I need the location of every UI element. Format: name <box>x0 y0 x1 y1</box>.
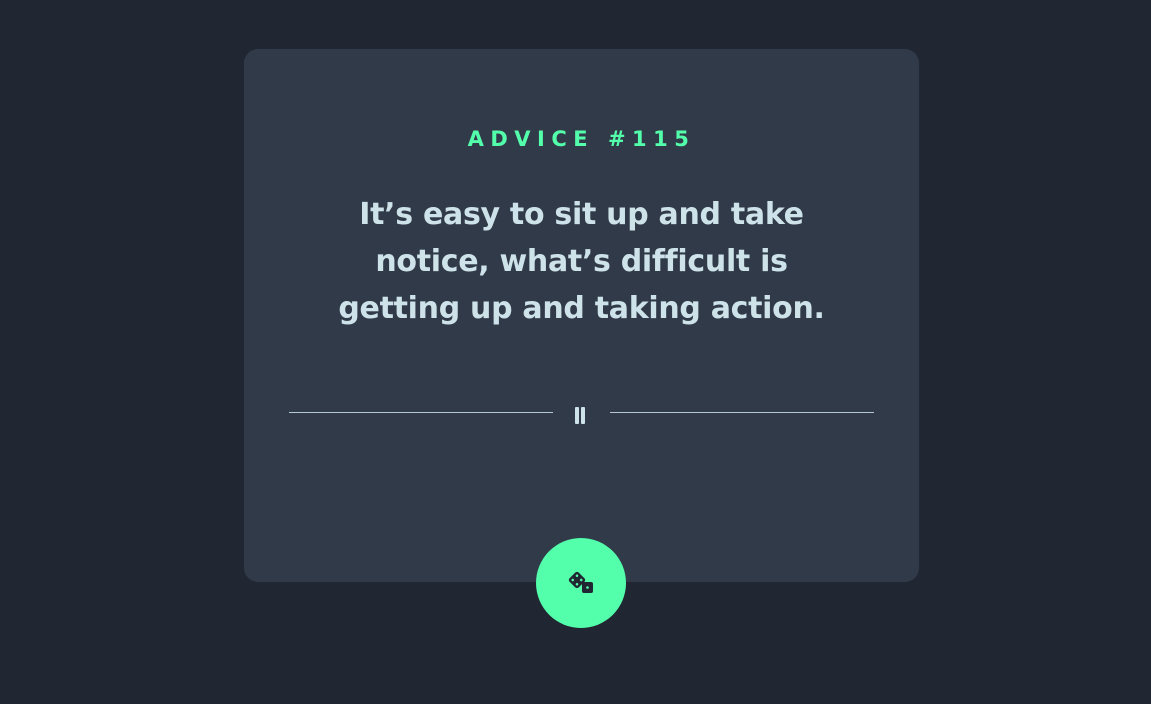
advice-quote: It’s easy to sit up and take notice, wha… <box>338 197 825 326</box>
advice-number-label: ADVICE #115 <box>467 127 696 151</box>
advice-card: ADVICE #115 It’s easy to sit up and take… <box>244 49 919 582</box>
generate-advice-button[interactable] <box>536 538 626 628</box>
pause-icon <box>575 407 587 425</box>
dice-icon <box>568 571 593 593</box>
pattern-divider <box>289 401 874 431</box>
divider-line-left <box>289 412 553 413</box>
divider-line-right <box>610 412 874 413</box>
